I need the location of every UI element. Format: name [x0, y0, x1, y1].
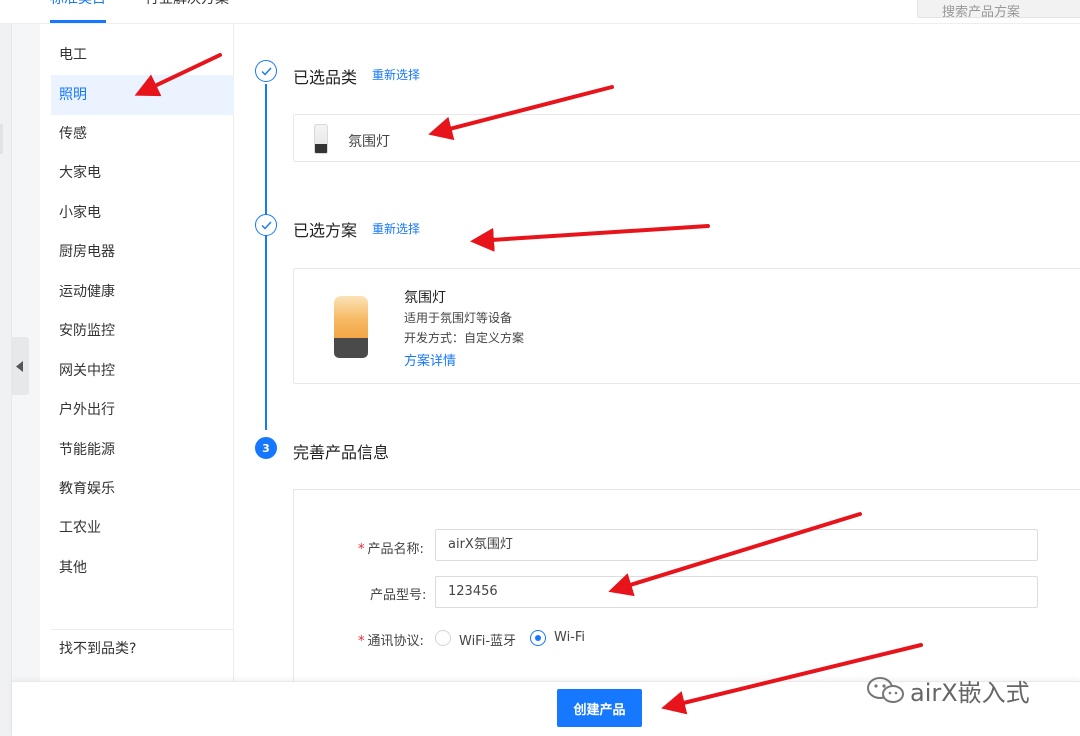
caret-left-icon	[16, 360, 23, 372]
watermark-text: airX嵌入式	[910, 678, 1030, 707]
step1-reselect-link[interactable]: 重新选择	[372, 66, 420, 83]
required-asterisk: *	[358, 542, 365, 557]
product-name-label: * 产品名称:	[358, 538, 424, 557]
step1-title: 已选品类	[293, 68, 358, 87]
step1-done-indicator	[255, 60, 277, 82]
scheme-name: 氛围灯	[404, 290, 446, 306]
sidebar-item-energy[interactable]: 节能能源	[40, 430, 233, 470]
create-product-button[interactable]: 创建产品	[557, 689, 642, 727]
sidebar-item-small-appliances[interactable]: 小家电	[40, 193, 233, 233]
steps-connector-line	[265, 84, 267, 430]
lamp-base	[334, 338, 368, 358]
sidebar-item-major-appliances[interactable]: 大家电	[40, 153, 233, 193]
sidebar-item-sports-health[interactable]: 运动健康	[40, 272, 233, 312]
step3-title: 完善产品信息	[293, 443, 390, 462]
sidebar-item-industry-agri[interactable]: 工农业	[40, 508, 233, 548]
category-lamp-thumbnail	[314, 124, 328, 154]
sidebar-item-outdoor[interactable]: 户外出行	[40, 390, 233, 430]
active-tab-underline	[50, 20, 106, 23]
cant-find-category-link[interactable]: 找不到品类?	[59, 638, 136, 658]
step2-done-indicator	[255, 214, 277, 236]
scheme-description: 适用于氛围灯等设备	[404, 311, 513, 325]
required-asterisk: *	[358, 634, 365, 649]
sidebar-divider	[51, 629, 233, 630]
protocol-option-wifi[interactable]: Wi-Fi	[554, 630, 585, 645]
watermark: airX嵌入式	[866, 673, 1030, 707]
selected-category-card	[293, 114, 1080, 162]
checkmark-icon	[261, 67, 272, 76]
sidebar-item-electrical[interactable]: 电工	[40, 35, 233, 75]
page-root: 标准类目 行业解决方案 搜索产品方案 电工 照明 传感 大家电 小家电 厨房电器…	[0, 0, 1080, 736]
step2-title: 已选方案	[293, 221, 358, 240]
product-name-label-text: 产品名称:	[367, 542, 424, 557]
sidebar-item-kitchen[interactable]: 厨房电器	[40, 232, 233, 272]
product-name-input[interactable]: airX氛围灯	[435, 529, 1038, 561]
step3-number-badge: 3	[255, 437, 277, 459]
tab-industry-solutions[interactable]: 行业解决方案	[145, 0, 229, 8]
scheme-lamp-image	[334, 296, 368, 358]
lamp-shade	[334, 296, 368, 340]
scheme-details-link[interactable]: 方案详情	[404, 350, 456, 369]
sidebar-item-education[interactable]: 教育娱乐	[40, 469, 233, 509]
checkmark-icon	[261, 221, 272, 230]
scheme-dev-mode: 开发方式：自定义方案	[404, 331, 525, 345]
sidebar-item-lighting[interactable]: 照明	[51, 75, 234, 115]
protocol-radio-wifi-ble[interactable]	[435, 630, 451, 646]
protocol-radio-wifi[interactable]	[530, 630, 546, 646]
search-input[interactable]: 搜索产品方案	[917, 0, 1080, 18]
protocol-label: * 通讯协议:	[358, 630, 424, 649]
sidebar-item-gateway[interactable]: 网关中控	[40, 351, 233, 391]
step2-reselect-link[interactable]: 重新选择	[372, 220, 420, 237]
product-model-input[interactable]: 123456	[435, 576, 1038, 608]
sidebar-item-sensing[interactable]: 传感	[40, 114, 233, 154]
protocol-option-wifi-ble[interactable]: WiFi-蓝牙	[459, 630, 516, 649]
edge-marker	[0, 124, 3, 154]
collapse-sidebar-button[interactable]	[11, 337, 29, 395]
category-tabs: 标准类目 行业解决方案 搜索产品方案	[0, 0, 1080, 24]
sidebar-item-security[interactable]: 安防监控	[40, 311, 233, 351]
protocol-label-text: 通讯协议:	[367, 634, 424, 649]
product-model-label: 产品型号:	[370, 588, 427, 603]
sidebar-item-other[interactable]: 其他	[40, 548, 233, 588]
wechat-icon	[867, 677, 904, 703]
tab-standard-category[interactable]: 标准类目	[50, 0, 106, 8]
selected-category-name: 氛围灯	[348, 134, 390, 150]
category-sidebar: 电工 照明 传感 大家电 小家电 厨房电器 运动健康 安防监控 网关中控 户外出…	[40, 24, 234, 736]
